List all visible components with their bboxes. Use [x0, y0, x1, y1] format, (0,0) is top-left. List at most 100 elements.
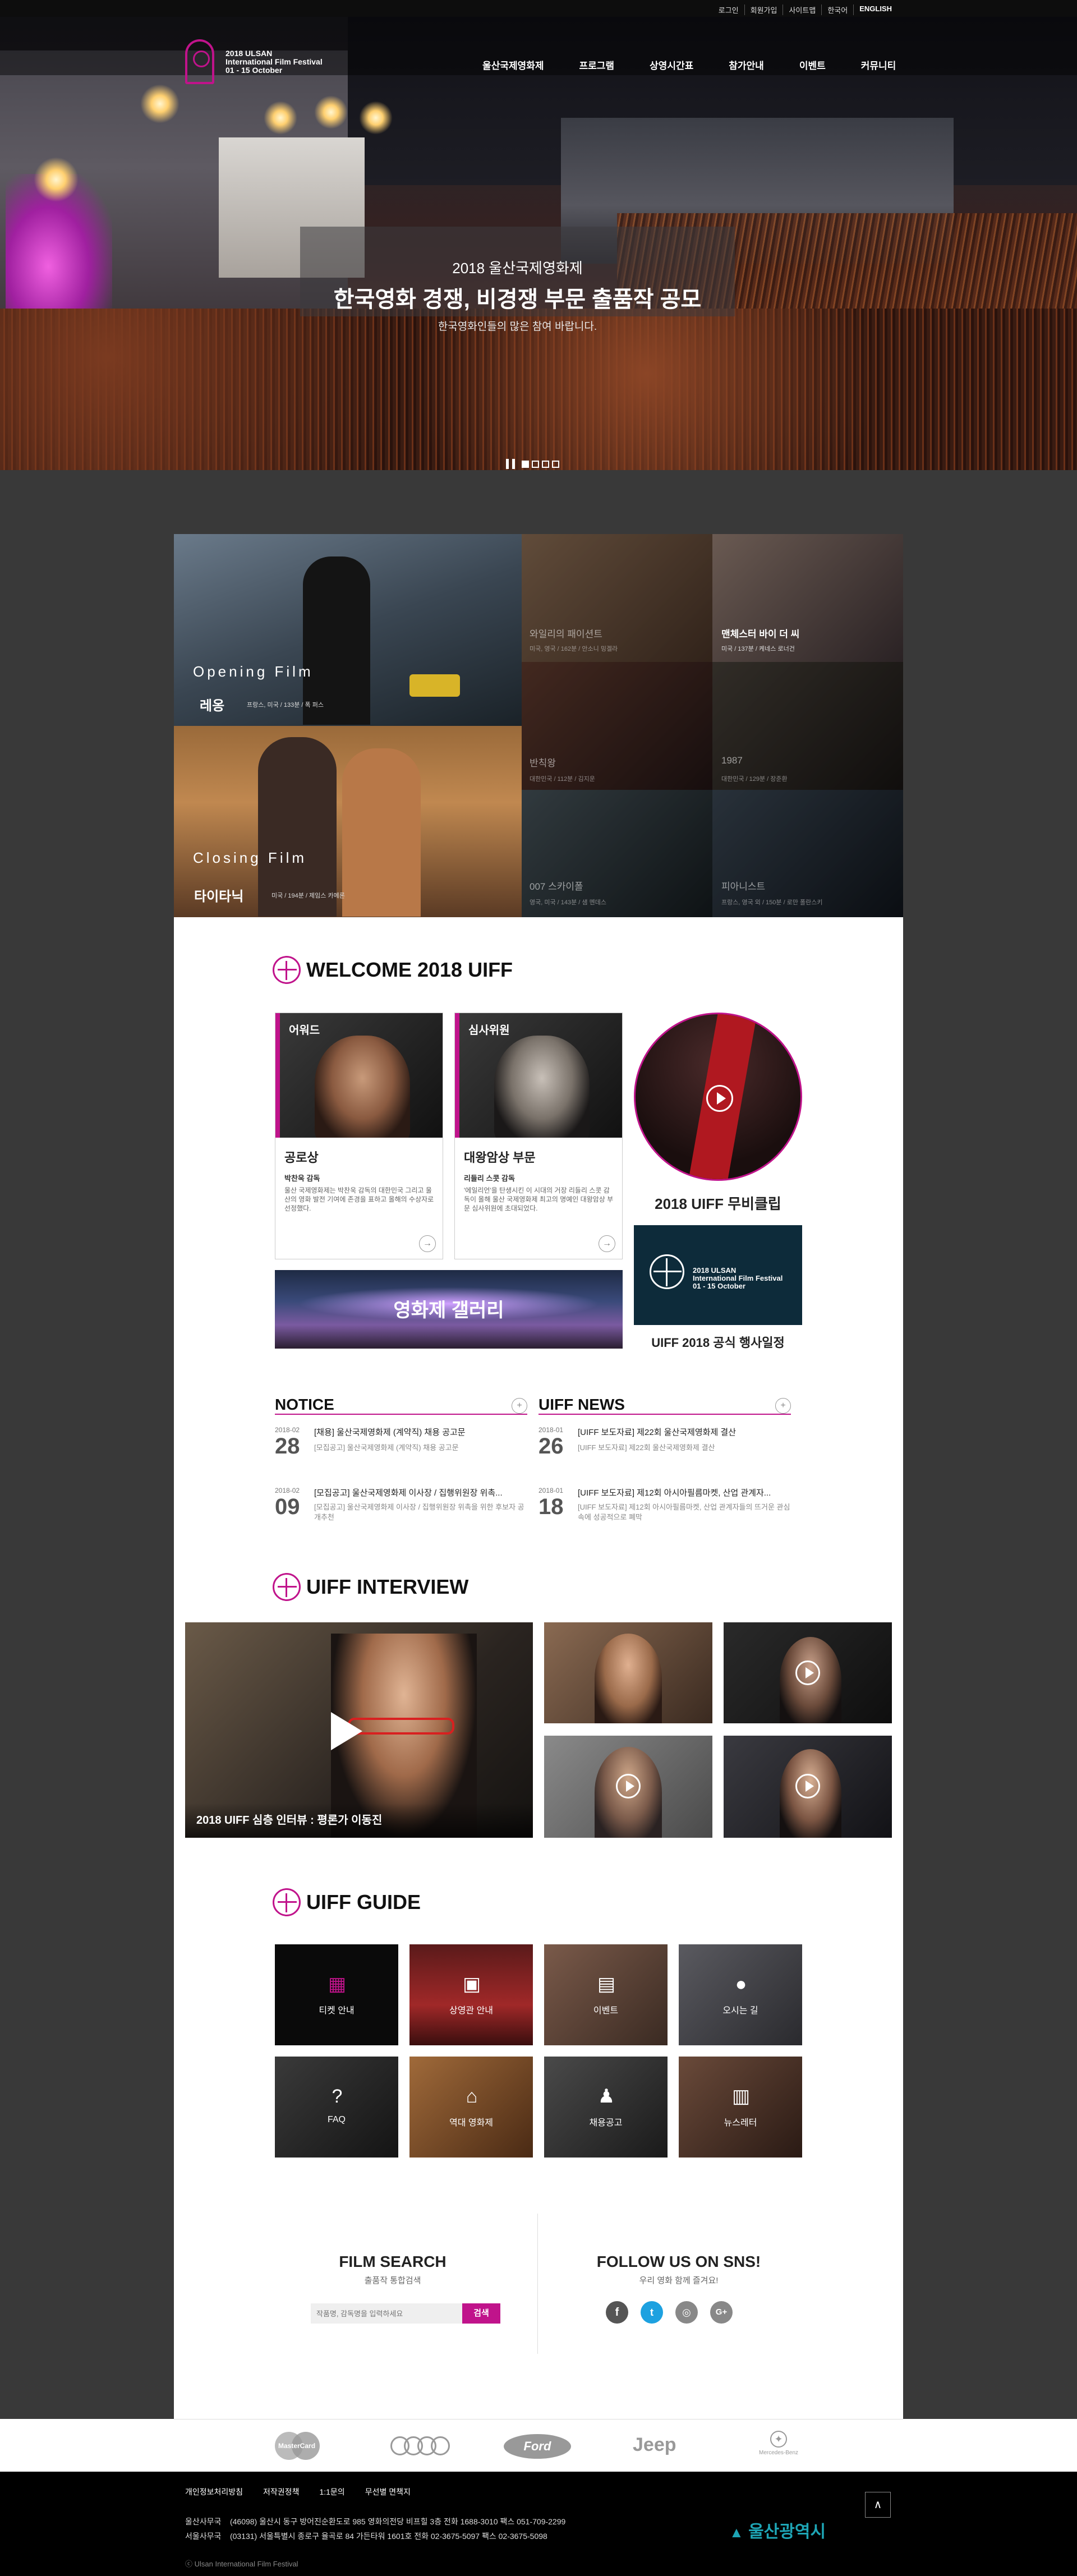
interview-thumb[interactable]	[544, 1622, 712, 1723]
nav-festival[interactable]: 울산국제영화제	[482, 58, 544, 72]
movie-clip-thumb[interactable]	[634, 1013, 802, 1181]
util-korean[interactable]: 한국어	[821, 4, 853, 15]
sns-sub: 우리 영화 함께 즐겨요!	[639, 2276, 719, 2285]
guide-location[interactable]: ● 오시는 길	[679, 1944, 802, 2045]
play-icon[interactable]	[616, 1774, 641, 1798]
nav-program[interactable]: 프로그램	[579, 58, 614, 72]
schedule-logo-text: 2018 ULSAN International Film Festival 0…	[693, 1267, 783, 1290]
film-title: 타이타닉	[194, 889, 244, 904]
footer-disclaimer[interactable]: 무선별 면책지	[365, 2486, 411, 2497]
award-card[interactable]: 어워드 공로상 박찬욱 감독 울산 국제영화제는 박찬욱 감독의 대한민국 그리…	[275, 1013, 443, 1259]
play-icon[interactable]	[795, 1660, 820, 1685]
sponsor-mastercard[interactable]: MasterCard	[275, 2432, 320, 2460]
news-header: UIFF NEWS +	[538, 1396, 791, 1415]
film-tile[interactable]: 007 스카이폴 영국, 미국 / 143분 / 샘 멘데스	[522, 790, 712, 917]
interview-thumb[interactable]	[724, 1622, 892, 1723]
sponsor-audi[interactable]	[390, 2436, 452, 2455]
movie-clip-label[interactable]: 2018 UIFF 무비클립	[634, 1193, 802, 1213]
play-icon[interactable]	[706, 1085, 733, 1112]
news-item[interactable]: 2018-01 26 [UIFF 보도자료] 제22회 울산국제영화제 결산 […	[538, 1426, 791, 1466]
uiff-emblem-icon	[650, 1254, 684, 1289]
util-english[interactable]: ENGLISH	[853, 4, 898, 15]
main-content: Opening Film 레옹 프랑스, 미국 / 133분 / 폭 퍼스 Cl…	[174, 534, 903, 2419]
jury-card[interactable]: 심사위원 대왕암상 부문 리들리 스콧 감독 '에일리언'을 탄생시킨 이 시대…	[454, 1013, 623, 1259]
film-search-sub: 출품작 통합검색	[364, 2276, 421, 2285]
ticket-icon: ▦	[328, 1974, 347, 1995]
city-name: 울산광역시	[748, 2523, 826, 2541]
closing-film-tile[interactable]: Closing Film 타이타닉 미국 / 194분 / 제임스 카메론	[174, 726, 522, 917]
guide-section-title: UIFF GUIDE	[273, 1888, 421, 1916]
person-image	[315, 1036, 410, 1138]
gallery-banner[interactable]: 영화제 갤러리	[275, 1270, 623, 1349]
util-join[interactable]: 회원가입	[744, 4, 783, 15]
google-plus-icon[interactable]: G+	[710, 2301, 733, 2324]
sponsor-ford[interactable]: Ford	[504, 2434, 571, 2459]
slide-dot[interactable]	[552, 460, 559, 468]
news-item-desc: [UIFF 보도자료] 제12회 아시아필름마켓, 산업 관계자들의 뜨거운 관…	[578, 1503, 790, 1521]
news-day: 26	[538, 1434, 564, 1459]
plus-icon[interactable]: +	[512, 1398, 527, 1414]
guide-history[interactable]: ⌂ 역대 영화제	[409, 2057, 533, 2158]
util-login[interactable]: 로그인	[713, 4, 744, 15]
film-tile[interactable]: 맨체스터 바이 더 씨 미국 / 137분 / 케네스 로너건	[712, 534, 903, 662]
sponsor-jeep[interactable]: Jeep	[633, 2434, 676, 2456]
guide-event[interactable]: ▤ 이벤트	[544, 1944, 668, 2045]
slide-dot[interactable]	[532, 460, 539, 468]
person-image	[494, 1036, 590, 1138]
footer-inquiry[interactable]: 1:1문의	[319, 2486, 344, 2497]
interview-thumb[interactable]	[724, 1736, 892, 1838]
copyright: ⓒ Ulsan International Film Festival	[185, 2560, 298, 2568]
util-sitemap[interactable]: 사이트맵	[783, 4, 821, 15]
interview-thumb[interactable]	[544, 1736, 712, 1838]
nav-schedule[interactable]: 상영시간표	[650, 58, 693, 72]
section-heading: UIFF INTERVIEW	[306, 1575, 469, 1598]
guide-label: 오시는 길	[722, 2006, 758, 2016]
arrow-right-icon[interactable]: →	[419, 1235, 436, 1252]
film-figure	[303, 556, 370, 725]
arrow-right-icon[interactable]: →	[599, 1235, 615, 1252]
twitter-icon[interactable]: t	[641, 2301, 663, 2324]
notice-item[interactable]: 2018-02 09 [모집공고] 울산국제영화제 이사장 / 집행위원장 위촉…	[275, 1487, 527, 1527]
film-tile[interactable]: 1987 대한민국 / 129분 / 장준환	[712, 662, 903, 790]
back-to-top-button[interactable]: ∧	[865, 2492, 891, 2518]
ulsan-city-logo[interactable]: ▲ 울산광역시	[729, 2518, 826, 2542]
uiff-emblem-icon	[273, 1888, 301, 1916]
schedule-label[interactable]: UIFF 2018 공식 행사일정	[634, 1333, 802, 1351]
film-search-input[interactable]	[311, 2303, 462, 2324]
plus-icon[interactable]: +	[775, 1398, 791, 1414]
hero-desc: 한국영화인들의 많은 참여 바랍니다.	[438, 321, 597, 333]
slide-dot[interactable]	[542, 460, 549, 468]
schedule-banner[interactable]: 2018 ULSAN International Film Festival 0…	[634, 1225, 802, 1325]
guide-faq[interactable]: ? FAQ	[275, 2057, 398, 2158]
film-tile[interactable]: 반칙왕 대한민국 / 112분 / 김지운	[522, 662, 712, 790]
slide-dot[interactable]	[522, 460, 529, 468]
pause-icon[interactable]	[506, 459, 515, 469]
guide-newsletter[interactable]: ▥ 뉴스레터	[679, 2057, 802, 2158]
guide-theater[interactable]: ▣ 상영관 안내	[409, 1944, 533, 2045]
play-icon[interactable]	[795, 1774, 820, 1798]
sns-section: FOLLOW US ON SNS! 우리 영화 함께 즐겨요!	[567, 2253, 791, 2286]
instagram-icon[interactable]: ◎	[675, 2301, 698, 2324]
opening-film-tile[interactable]: Opening Film 레옹 프랑스, 미국 / 133분 / 폭 퍼스	[174, 534, 522, 726]
nav-community[interactable]: 커뮤니티	[861, 58, 896, 72]
film-meta: 미국, 영국 / 162분 / 안소니 밍겔라	[530, 646, 618, 652]
film-tile[interactable]: 와일리의 패이션트 미국, 영국 / 162분 / 안소니 밍겔라	[522, 534, 712, 662]
footer-copyright-policy[interactable]: 저작권정책	[263, 2486, 299, 2497]
mercedes-star-icon: ✦	[770, 2431, 787, 2448]
play-icon[interactable]	[331, 1712, 362, 1750]
notice-item[interactable]: 2018-02 28 [채용] 울산국제영화제 (계약직) 채용 공고문 [모집…	[275, 1426, 527, 1466]
nav-event[interactable]: 이벤트	[799, 58, 826, 72]
film-tile[interactable]: 피아니스트 프랑스, 영국 외 / 150분 / 로만 폴란스키	[712, 790, 903, 917]
hero-title: 한국영화 경쟁, 비경쟁 부문 출품작 공모	[333, 287, 702, 312]
footer-privacy[interactable]: 개인정보처리방침	[185, 2486, 243, 2497]
news-item[interactable]: 2018-01 18 [UIFF 보도자료] 제12회 아시아필름마켓, 산업 …	[538, 1487, 791, 1527]
facebook-icon[interactable]: f	[606, 2301, 628, 2324]
interview-main-video[interactable]: 2018 UIFF 심층 인터뷰 : 평론가 이동진	[185, 1622, 533, 1838]
notice-day: 09	[275, 1494, 300, 1519]
guide-recruit[interactable]: ♟ 채용공고	[544, 2057, 668, 2158]
site-logo[interactable]: 2018 ULSAN International Film Festival 0…	[185, 39, 337, 84]
search-button[interactable]: 검색	[462, 2303, 500, 2324]
nav-guide[interactable]: 참가안내	[729, 58, 764, 72]
sponsor-mercedes[interactable]: ✦ Mercedes-Benz	[756, 2431, 801, 2456]
guide-ticket[interactable]: ▦ 티켓 안내	[275, 1944, 398, 2045]
